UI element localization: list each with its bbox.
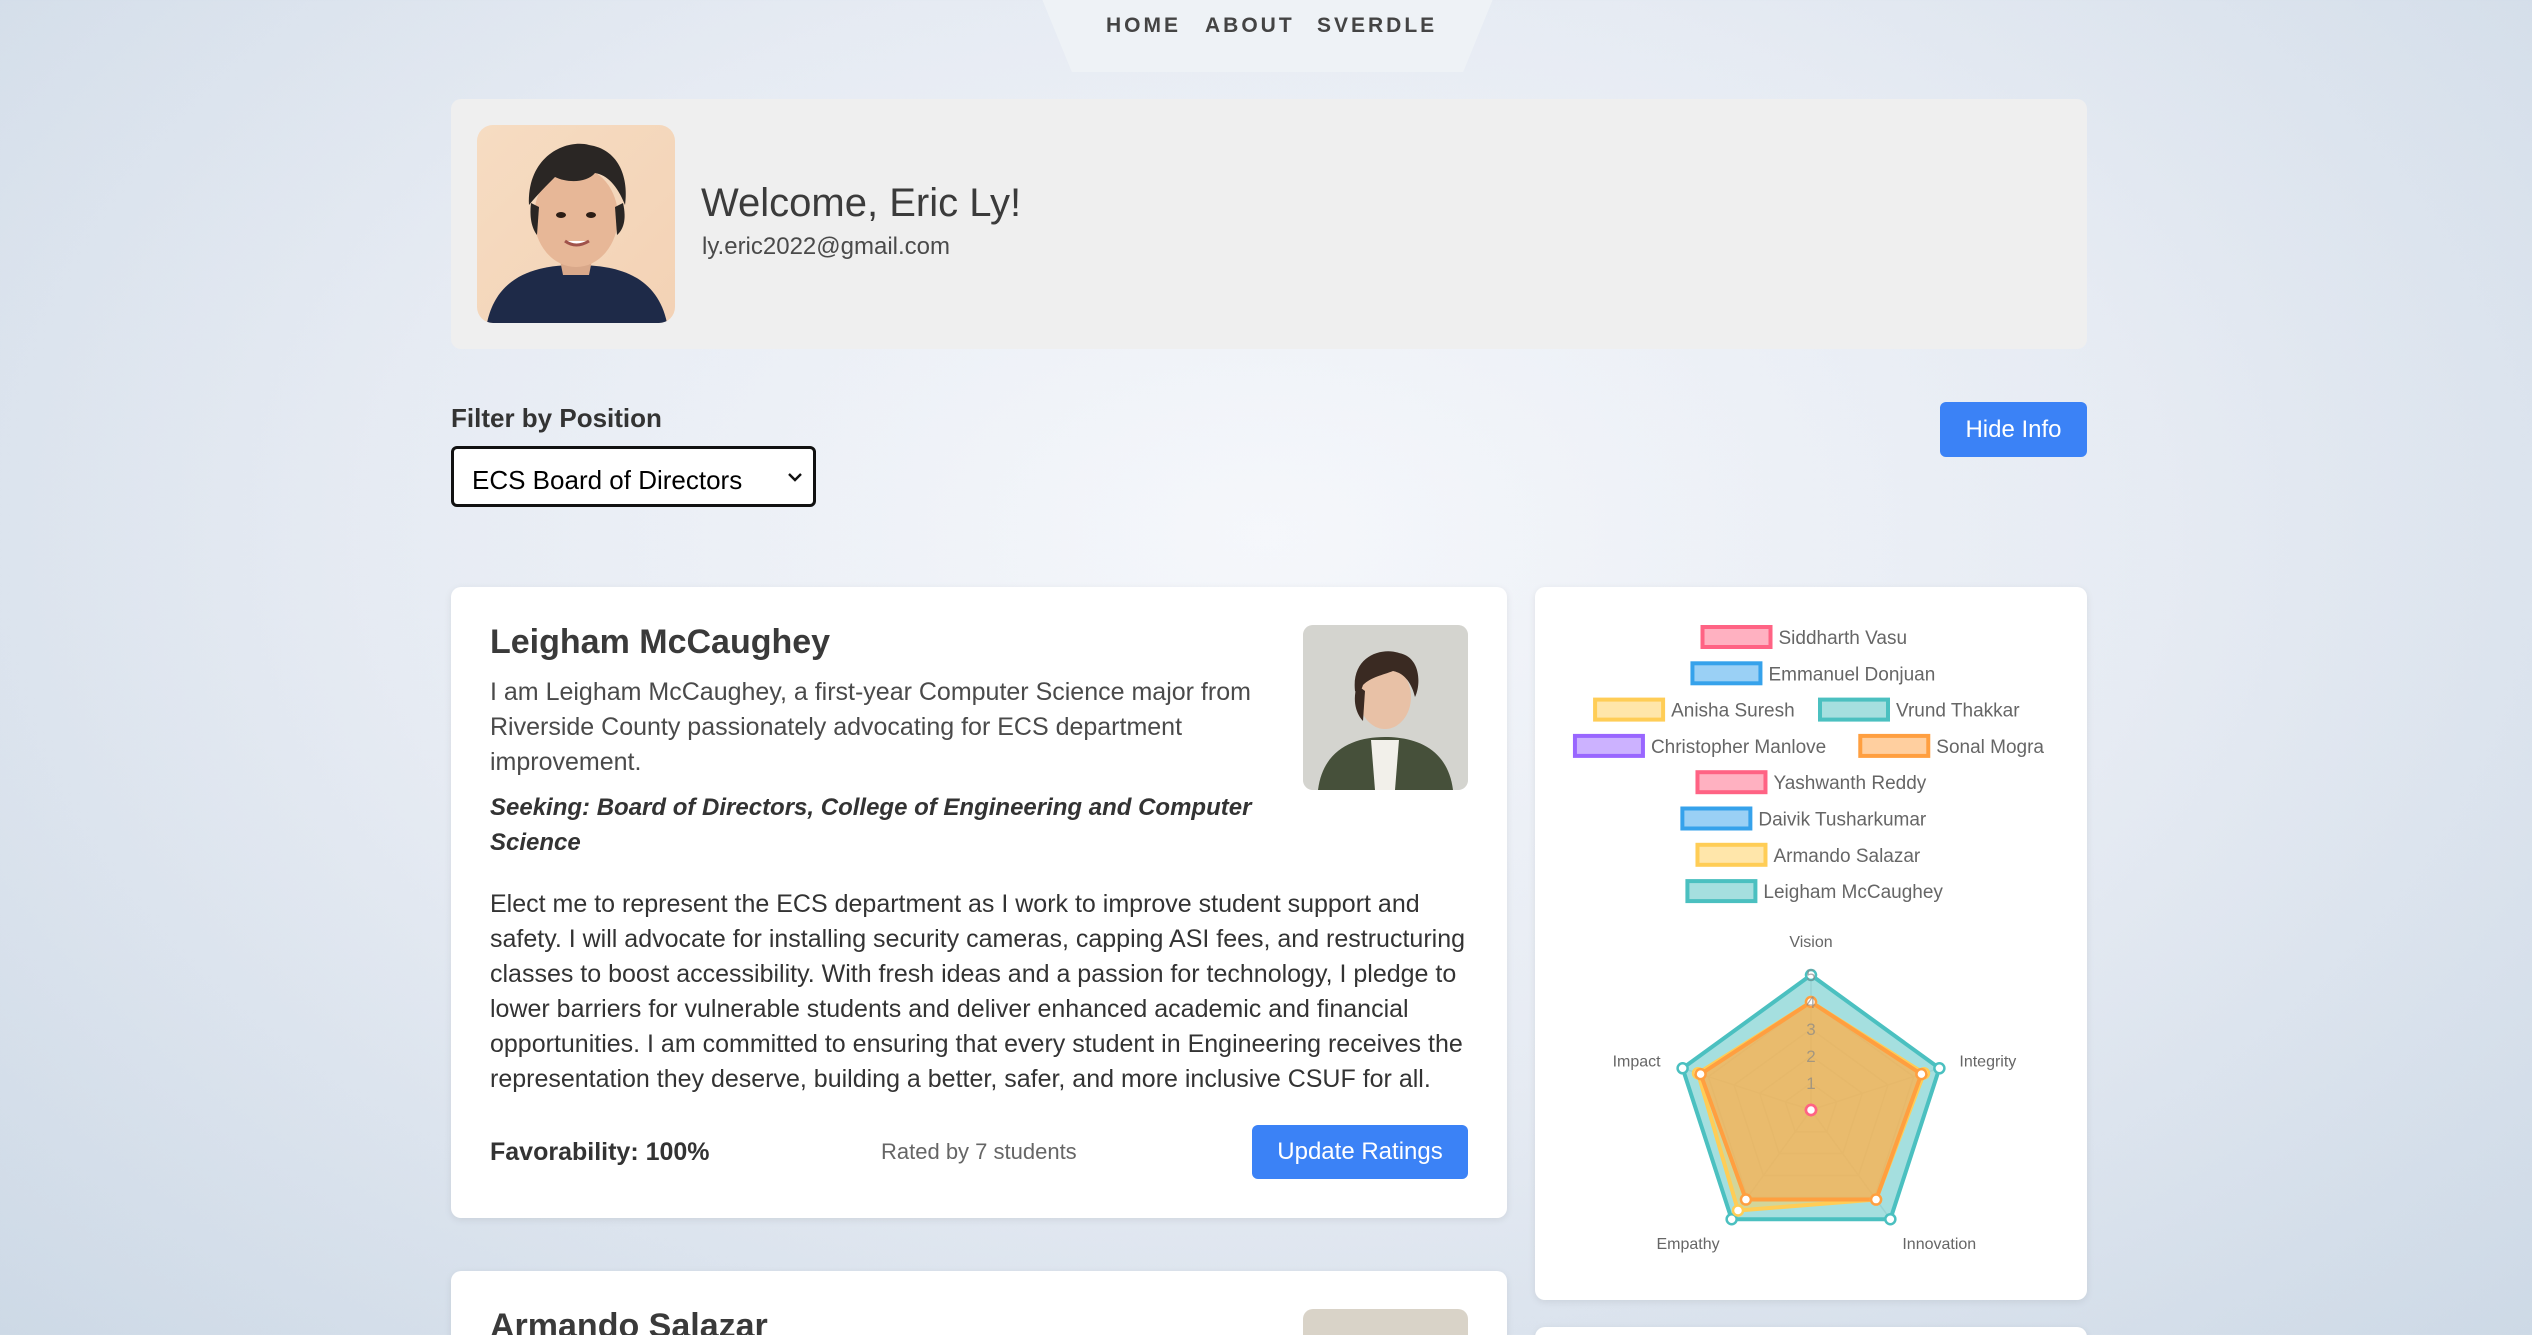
legend-swatch <box>1695 842 1768 867</box>
legend-swatch <box>1700 625 1773 649</box>
legend-label: Anisha Suresh <box>1671 701 1795 722</box>
candidate-card: Leigham McCaughey I am Leigham McCaughey… <box>451 587 1507 1218</box>
candidate-name: Armando Salazar <box>490 1307 768 1335</box>
legend-label: Yashwanth Reddy <box>1773 773 1926 794</box>
top-nav: HOME ABOUT SVERDLE <box>1040 0 1495 72</box>
tick-label: 4 <box>1806 993 1815 1012</box>
candidate-card: Armando Salazar <box>451 1271 1507 1335</box>
axis-label: Innovation <box>1902 1236 1976 1253</box>
avatar <box>477 125 675 323</box>
legend-label: Vrund Thakkar <box>1896 701 2020 722</box>
legend-label: Armando Salazar <box>1773 846 1920 867</box>
tick-label: 1 <box>1806 1074 1815 1093</box>
candidate-name: Leigham McCaughey <box>490 623 831 661</box>
candidate-seeking: Seeking: Board of Directors, College of … <box>490 794 1252 856</box>
legend-swatch <box>1818 697 1890 722</box>
profile-panel: Welcome, Eric Ly! ly.eric2022@gmail.com <box>451 99 2087 349</box>
candidate-photo <box>1303 625 1468 790</box>
legend-swatch <box>1680 806 1753 831</box>
legend-label: Leigham McCaughey <box>1763 882 1943 903</box>
nav-home-link[interactable]: HOME <box>1106 14 1181 38</box>
position-filter-value: ECS Board of Directors <box>472 465 743 495</box>
position-filter-select[interactable]: ECS Board of Directors <box>451 446 816 507</box>
filter-label: Filter by Position <box>451 403 662 433</box>
tick-label: 5 <box>1806 966 1815 985</box>
welcome-heading: Welcome, Eric Ly! <box>701 181 1022 225</box>
axis-label: Vision <box>1789 934 1832 951</box>
series-point <box>1884 1212 1897 1226</box>
series-point <box>1933 1062 1946 1075</box>
legend-swatch <box>1690 661 1763 686</box>
favorability-score: Favorability: 100% <box>490 1138 710 1166</box>
series-point <box>1739 1193 1753 1206</box>
chart-card <box>1535 1327 2087 1335</box>
nav-about-link[interactable]: ABOUT <box>1205 14 1295 38</box>
series-point <box>1804 1103 1818 1117</box>
ratings-radar-chart-card: Siddharth Vasu Emmanuel Donjuan Anisha Sur… <box>1535 587 2087 1300</box>
user-email: ly.eric2022@gmail.com <box>702 233 951 260</box>
nav-sverdle-link[interactable]: SVERDLE <box>1317 14 1437 38</box>
series-point <box>1731 1204 1745 1217</box>
legend-label: Daivik Tusharkumar <box>1758 810 1927 831</box>
legend-label: Sonal Mogra <box>1936 737 2044 758</box>
series-point <box>1869 1193 1883 1206</box>
legend-swatch <box>1858 733 1931 758</box>
candidate-statement: Elect me to represent the ECS department… <box>490 890 1465 1093</box>
legend-swatch <box>1572 733 1645 758</box>
candidate-bio: I am Leigham McCaughey, a first-year Com… <box>490 678 1251 776</box>
series-point <box>1676 1062 1689 1075</box>
legend-label: Christopher Manlove <box>1651 737 1826 758</box>
legend-swatch <box>1695 770 1768 795</box>
axis-label: Integrity <box>1959 1053 2016 1070</box>
series-point <box>1694 1067 1707 1081</box>
axis-label: Impact <box>1613 1053 1662 1070</box>
rated-by-count: Rated by 7 students <box>881 1139 1077 1164</box>
tick-label: 3 <box>1806 1020 1815 1039</box>
axis-label: Empathy <box>1657 1236 1720 1253</box>
chevron-down-icon <box>785 463 805 496</box>
legend-label: Emmanuel Donjuan <box>1768 664 1935 685</box>
legend-swatch <box>1685 879 1758 904</box>
legend-swatch <box>1593 697 1666 722</box>
candidate-photo <box>1303 1309 1468 1335</box>
update-ratings-button[interactable]: Update Ratings <box>1252 1125 1468 1179</box>
ratings-radar-chart: Siddharth Vasu Emmanuel Donjuan Anisha Sur… <box>1572 625 2044 1253</box>
tick-label: 2 <box>1806 1047 1815 1066</box>
legend-label: Siddharth Vasu <box>1779 628 1908 649</box>
series-point <box>1915 1067 1928 1081</box>
hide-info-button[interactable]: Hide Info <box>1940 402 2087 457</box>
